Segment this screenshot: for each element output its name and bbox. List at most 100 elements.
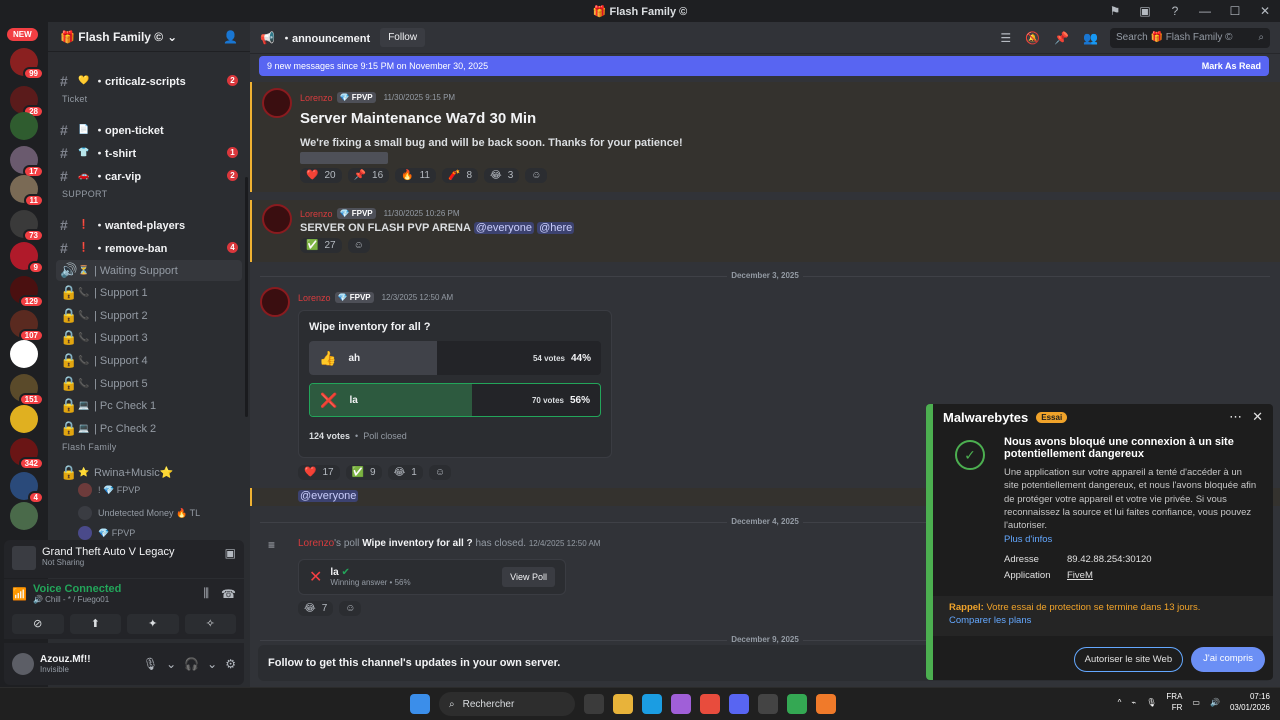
voice-channel[interactable]: 🔊 ⏳ | Waiting Support [56, 260, 242, 281]
noise-icon[interactable]: ⫼ [204, 586, 210, 601]
channel-item[interactable]: # ❗ ・remove-ban 4 [56, 237, 242, 258]
avatar[interactable] [262, 204, 292, 234]
message-username[interactable]: Lorenzo [300, 93, 333, 103]
poll-result-question[interactable]: Wipe inventory for all ? [362, 538, 472, 549]
channel-item[interactable]: 🔒 💻 | Pc Check 1 [56, 395, 242, 416]
avatar[interactable] [260, 287, 290, 317]
spoiler-block[interactable] [300, 152, 388, 164]
discord-icon[interactable] [729, 694, 749, 714]
microphone-icon[interactable]: 🎙 [1146, 698, 1156, 707]
reaction[interactable]: 😂 3 [484, 168, 520, 183]
add-reaction-button[interactable]: ☺ [525, 168, 548, 183]
microphone-icon[interactable]: 🎙 [143, 657, 158, 671]
new-messages-bar[interactable]: 9 new messages since 9:15 PM on November… [259, 56, 1269, 76]
server-icon[interactable]: 28 [10, 86, 44, 118]
taskbar-search[interactable]: ⌕ Rechercher [439, 692, 575, 716]
poll-option[interactable]: ❌ la 70 votes 56% [309, 383, 601, 417]
server-icon[interactable]: 4 [10, 472, 44, 504]
chevron-down-icon[interactable]: ⌄ [166, 657, 176, 671]
voice-user[interactable]: 💎 FPVP [78, 526, 135, 540]
more-options-icon[interactable]: ⋯ [1229, 409, 1242, 425]
maximize-button[interactable]: ☐ [1220, 4, 1250, 18]
mention[interactable]: @everyone [298, 490, 359, 502]
stream-icon[interactable]: ▣ [225, 546, 236, 572]
server-header[interactable]: 🎁 Flash Family © ⌄ 👤 [48, 22, 250, 52]
language-indicator[interactable]: FRA FR [1166, 691, 1182, 713]
mark-as-read-button[interactable]: Mark As Read [1202, 61, 1261, 71]
server-icon[interactable]: 9 [10, 242, 44, 274]
mention[interactable]: @everyone [473, 222, 535, 234]
channel-item[interactable]: 🔒 ⭐ Rwina+Music⭐ [56, 462, 242, 483]
voice-user[interactable]: Undetected Money 🔥 TL [78, 506, 200, 520]
search-input[interactable]: Search 🎁 Flash Family © ⌕ [1110, 27, 1270, 48]
channel-item[interactable]: 🔒 💻 | Pc Check 2 [56, 418, 242, 439]
message-username[interactable]: Lorenzo [298, 293, 331, 303]
reaction[interactable]: 😂 1 [387, 465, 423, 480]
channel-item[interactable]: 🔒 📞 | Support 3 [56, 327, 242, 348]
more-info-link[interactable]: Plus d'infos [1004, 534, 1052, 545]
channel-item[interactable]: 🔒 📞 | Support 4 [56, 350, 242, 371]
server-icon[interactable]: 73 [10, 210, 44, 242]
reaction[interactable]: ❤️ 20 [300, 168, 342, 183]
server-icon[interactable]: 17 [10, 146, 44, 178]
channel-item[interactable]: 🔒 📞 | Support 1 [56, 282, 242, 303]
server-icon[interactable]: 107 [10, 310, 44, 342]
poll-option[interactable]: 👍 ah 54 votes 44% [309, 341, 601, 375]
server-icon[interactable] [10, 502, 38, 530]
application-value[interactable]: FiveM [1067, 570, 1093, 581]
volume-icon[interactable]: 🔊 [1210, 698, 1220, 707]
server-icon[interactable]: 11 [10, 175, 44, 207]
voice-user[interactable]: ! 💎 FPVP [78, 483, 140, 497]
chevron-up-icon[interactable]: ^ [1118, 698, 1122, 707]
disconnect-icon[interactable]: ☎ [221, 587, 236, 601]
threads-icon[interactable]: ☰ [1000, 31, 1011, 45]
allow-site-button[interactable]: Autoriser le site Web [1073, 647, 1184, 672]
category-header[interactable]: Flash Family [62, 442, 117, 452]
reaction[interactable]: ❤️ 17 [298, 465, 340, 480]
avatar[interactable] [262, 88, 292, 118]
scrollbar[interactable] [245, 177, 248, 417]
avatar[interactable] [12, 653, 34, 675]
add-reaction-button[interactable]: ☺ [347, 238, 370, 253]
chrome-icon[interactable] [787, 694, 807, 714]
minimize-button[interactable]: — [1190, 4, 1220, 18]
add-reaction-button[interactable]: ☺ [339, 601, 362, 616]
server-icon[interactable] [10, 112, 38, 140]
camera-off-button[interactable]: ⊘ [12, 614, 64, 634]
activities-button[interactable]: ✦ [127, 614, 179, 634]
reaction[interactable]: 📌 16 [347, 168, 390, 183]
screen-share-button[interactable]: ⬆ [69, 614, 121, 634]
server-icon[interactable]: 342 [10, 438, 44, 470]
close-icon[interactable]: ✕ [1252, 409, 1263, 425]
file-explorer-icon[interactable] [613, 694, 633, 714]
reaction[interactable]: ✅ 27 [300, 238, 342, 253]
follow-button[interactable]: Follow [380, 28, 426, 47]
windows-start-icon[interactable] [410, 694, 430, 714]
view-poll-button[interactable]: View Poll [502, 567, 555, 587]
notification-icon[interactable]: 🔕 [1025, 31, 1040, 45]
headphones-icon[interactable]: 🎧 [184, 657, 199, 671]
got-it-button[interactable]: J'ai compris [1191, 647, 1265, 672]
reaction[interactable]: 🧨 8 [442, 168, 479, 183]
voice-channel[interactable]: 🔊 Chill - * / Fuego01 [33, 595, 121, 604]
network-icon[interactable]: ⌁ [1131, 698, 1136, 707]
screen-icon[interactable]: ▣ [1130, 4, 1160, 18]
message-username[interactable]: Lorenzo [300, 209, 333, 219]
copilot-icon[interactable] [671, 694, 691, 714]
server-icon[interactable]: 151 [10, 374, 44, 406]
server-icon[interactable] [10, 405, 38, 433]
message-username[interactable]: Lorenzo [298, 538, 334, 549]
compare-plans-link[interactable]: Comparer les plans [949, 615, 1257, 626]
mention[interactable]: @here [537, 222, 575, 234]
task-view-icon[interactable] [584, 694, 604, 714]
display-icon[interactable]: ▭ [1192, 698, 1200, 707]
channel-item[interactable]: # 👕 ・t-shirt 1 [56, 142, 242, 163]
pin-icon[interactable]: 📌 [1054, 31, 1069, 45]
members-icon[interactable]: 👥 [1083, 31, 1098, 45]
app-icon[interactable] [816, 694, 836, 714]
reaction[interactable]: 😂 7 [298, 601, 334, 616]
reaction[interactable]: ✅ 9 [345, 465, 382, 480]
settings-icon[interactable]: ⚙ [225, 657, 236, 671]
chrome-icon[interactable] [700, 694, 720, 714]
app-icon[interactable] [758, 694, 778, 714]
